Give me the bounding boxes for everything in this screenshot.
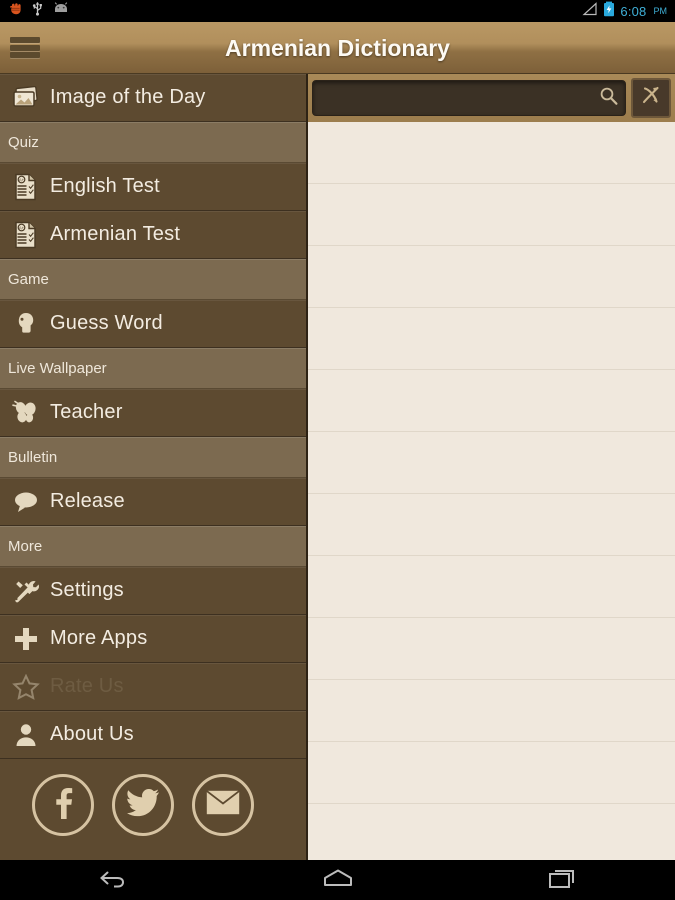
back-arrow-icon: [96, 867, 130, 894]
list-item[interactable]: [308, 742, 675, 804]
word-list[interactable]: [308, 122, 675, 866]
list-item[interactable]: [308, 246, 675, 308]
test-paper-icon: A+: [8, 170, 44, 204]
sidebar-item-label: Release: [50, 490, 125, 512]
android-head-icon: [52, 2, 70, 20]
magnifier-icon[interactable]: [599, 86, 619, 111]
sidebar-item-label: Rate Us: [50, 675, 124, 697]
sidebar-item-label: Armenian Test: [50, 223, 181, 245]
status-bar-clock: 6:08: [620, 3, 647, 19]
sidebar-item-settings[interactable]: Settings: [0, 567, 306, 615]
sidebar-section-label: Bulletin: [8, 448, 58, 466]
search-input[interactable]: [319, 89, 599, 107]
status-bar: 6:08 PM: [0, 0, 675, 22]
sidebar-item-armenian-test[interactable]: A+ Armenian Test: [0, 211, 306, 259]
home-icon: [321, 867, 355, 894]
sidebar-item-image-of-the-day[interactable]: Image of the Day: [0, 74, 306, 122]
svg-text:A+: A+: [19, 177, 25, 182]
list-item[interactable]: [308, 494, 675, 556]
list-item[interactable]: [308, 556, 675, 618]
sidebar-item-guess-word[interactable]: Guess Word: [0, 300, 306, 348]
gallery-icon: [8, 81, 44, 115]
star-outline-icon: [8, 670, 44, 704]
sidebar-item-label: About Us: [50, 723, 134, 745]
butterfly-icon: [8, 396, 44, 430]
list-item[interactable]: [308, 680, 675, 742]
tools-icon: [8, 574, 44, 608]
list-item[interactable]: [308, 122, 675, 184]
status-bar-right-icons: 6:08 PM: [581, 1, 675, 22]
navigation-drawer: Image of the Day Quiz A+ English Test A+…: [0, 74, 308, 860]
recent-apps-icon: [547, 866, 579, 895]
sidebar-item-label: Teacher: [50, 401, 123, 423]
social-links: [0, 759, 306, 851]
facebook-button[interactable]: [32, 774, 94, 836]
twitter-button[interactable]: [112, 774, 174, 836]
sidebar-section-more: More: [0, 526, 306, 567]
language-swap-button[interactable]: [631, 78, 671, 118]
list-item[interactable]: [308, 370, 675, 432]
head-profile-icon: [8, 307, 44, 341]
sidebar-item-more-apps[interactable]: More Apps: [0, 615, 306, 663]
test-paper-icon: A+: [8, 218, 44, 252]
list-item[interactable]: [308, 432, 675, 494]
list-item[interactable]: [308, 308, 675, 370]
home-button[interactable]: [303, 860, 373, 900]
list-item[interactable]: [308, 804, 675, 866]
sidebar-item-teacher[interactable]: Teacher: [0, 389, 306, 437]
page-title: Armenian Dictionary: [225, 35, 450, 61]
action-bar: Armenian Dictionary: [0, 22, 675, 74]
email-button[interactable]: [192, 774, 254, 836]
sidebar-section-game: Game: [0, 259, 306, 300]
sidebar-item-about-us[interactable]: About Us: [0, 711, 306, 759]
back-button[interactable]: [78, 860, 148, 900]
search-field-container[interactable]: [312, 80, 626, 116]
sidebar-section-bulletin: Bulletin: [0, 437, 306, 478]
signal-triangle-icon: [581, 1, 598, 21]
list-item[interactable]: [308, 184, 675, 246]
list-item[interactable]: [308, 618, 675, 680]
battery-charging-icon: [603, 1, 615, 22]
sidebar-item-release[interactable]: Release: [0, 478, 306, 526]
sidebar-item-label: English Test: [50, 175, 160, 197]
plus-icon: [8, 622, 44, 656]
status-bar-ampm: PM: [653, 6, 668, 16]
recents-button[interactable]: [528, 860, 598, 900]
system-navigation-bar: [0, 860, 675, 900]
language-swap-icon: [638, 83, 664, 114]
facebook-icon: [48, 786, 78, 825]
sidebar-section-label: More: [8, 537, 43, 555]
svg-text:A+: A+: [19, 225, 25, 230]
sidebar-section-live-wallpaper: Live Wallpaper: [0, 348, 306, 389]
twitter-icon: [126, 788, 160, 823]
sidebar-item-english-test[interactable]: A+ English Test: [0, 163, 306, 211]
sidebar-item-label: Guess Word: [50, 312, 163, 334]
sidebar-item-rate-us[interactable]: Rate Us: [0, 663, 306, 711]
status-bar-left-icons: [0, 1, 70, 21]
content-area: Image of the Day Quiz A+ English Test A+…: [0, 74, 675, 866]
speech-bubble-icon: [8, 485, 44, 519]
sidebar-item-label: More Apps: [50, 627, 148, 649]
sidebar-section-label: Quiz: [8, 133, 39, 151]
person-icon: [8, 718, 44, 752]
sidebar-item-label: Image of the Day: [50, 86, 206, 108]
sidebar-item-label: Settings: [50, 579, 124, 601]
sidebar-section-label: Live Wallpaper: [8, 359, 107, 377]
usb-icon: [31, 1, 44, 21]
sidebar-section-label: Game: [8, 270, 49, 288]
search-bar: [308, 74, 675, 122]
envelope-icon: [205, 789, 241, 821]
sidebar-section-quiz: Quiz: [0, 122, 306, 163]
fist-icon: [8, 2, 23, 21]
